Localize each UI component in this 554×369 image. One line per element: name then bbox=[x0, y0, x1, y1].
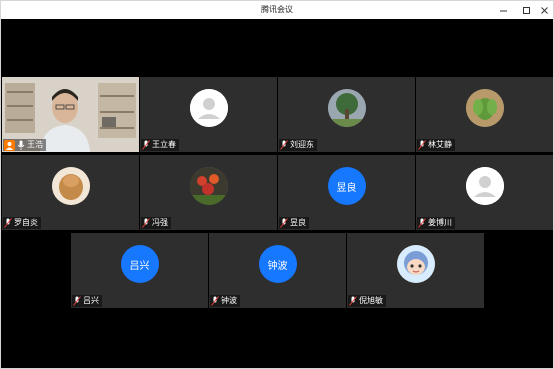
maximize-button[interactable] bbox=[517, 2, 535, 18]
participant-tile-yuliang[interactable]: 昱良 昱良 bbox=[278, 155, 415, 230]
participant-label: 刘迎东 bbox=[279, 139, 317, 151]
close-button[interactable] bbox=[535, 2, 553, 18]
minimize-icon bbox=[499, 10, 507, 11]
participant-label: 王浩 bbox=[3, 139, 46, 151]
mic-muted-icon bbox=[211, 296, 219, 306]
cartoon-avatar bbox=[396, 245, 435, 283]
participant-label: 吕兴 bbox=[72, 295, 102, 307]
mic-muted-icon bbox=[418, 218, 426, 228]
participant-label: 姜博川 bbox=[417, 217, 455, 229]
mic-muted-icon bbox=[280, 140, 288, 150]
participant-label: 冯强 bbox=[141, 217, 171, 229]
participant-label: 王立春 bbox=[141, 139, 179, 151]
video-grid: 王浩 王立春 刘迎东 林艾静 罗自炎 冯强 昱良 昱良 姜博川 吕兴 吕兴 钟波… bbox=[1, 19, 553, 368]
minimize-button[interactable] bbox=[494, 2, 512, 18]
participant-label: 罗自炎 bbox=[3, 217, 41, 229]
participant-name: 林艾静 bbox=[428, 140, 452, 149]
participant-name: 倪旭敏 bbox=[359, 296, 383, 305]
default-person-icon bbox=[465, 167, 504, 205]
participant-tile-linaijing[interactable]: 林艾静 bbox=[416, 77, 553, 152]
mic-muted-icon bbox=[73, 296, 81, 306]
participant-label: 昱良 bbox=[279, 217, 309, 229]
title-bar: 腾讯会议 bbox=[1, 1, 553, 19]
participant-name: 冯强 bbox=[152, 218, 168, 227]
participant-tile-zhongbo[interactable]: 钟波 钟波 bbox=[209, 233, 346, 308]
maximize-icon bbox=[522, 6, 530, 14]
mic-muted-icon bbox=[280, 218, 288, 228]
participant-name: 钟波 bbox=[221, 296, 237, 305]
participant-tile-luoziyan[interactable]: 罗自炎 bbox=[2, 155, 139, 230]
meeting-window: 腾讯会议 王浩 王立春 刘迎东 林艾静 罗自炎 冯强 昱良 昱良 姜博川 吕兴 … bbox=[0, 0, 554, 369]
participant-name: 吕兴 bbox=[83, 296, 99, 305]
participant-name: 王浩 bbox=[27, 140, 43, 149]
text-avatar: 钟波 bbox=[258, 245, 297, 283]
photo-flowers bbox=[189, 167, 228, 205]
host-icon bbox=[4, 139, 15, 151]
text-avatar: 吕兴 bbox=[120, 245, 159, 283]
participant-tile-fengqiang[interactable]: 冯强 bbox=[140, 155, 277, 230]
default-person-icon bbox=[189, 89, 228, 127]
participant-tile-wanghao[interactable]: 王浩 bbox=[2, 77, 139, 152]
mic-muted-icon bbox=[4, 218, 12, 228]
participant-name: 昱良 bbox=[290, 218, 306, 227]
close-icon bbox=[540, 6, 548, 14]
mic-muted-icon bbox=[142, 218, 150, 228]
participant-tile-wanglichun[interactable]: 王立春 bbox=[140, 77, 277, 152]
participant-name: 刘迎东 bbox=[290, 140, 314, 149]
text-avatar: 昱良 bbox=[327, 167, 366, 205]
participant-tile-jiangbochuan[interactable]: 姜博川 bbox=[416, 155, 553, 230]
participant-tile-liuyingdong[interactable]: 刘迎东 bbox=[278, 77, 415, 152]
photo-succulent bbox=[465, 89, 504, 127]
photo-food bbox=[51, 167, 90, 205]
participant-tile-nixumin[interactable]: 倪旭敏 bbox=[347, 233, 484, 308]
photo-tree bbox=[327, 89, 366, 127]
participant-tile-lvxing[interactable]: 吕兴 吕兴 bbox=[71, 233, 208, 308]
participant-name: 王立春 bbox=[152, 140, 176, 149]
mic-muted-icon bbox=[418, 140, 426, 150]
mic-icon bbox=[17, 140, 25, 150]
participant-label: 倪旭敏 bbox=[348, 295, 386, 307]
window-title: 腾讯会议 bbox=[261, 5, 293, 14]
participant-label: 林艾静 bbox=[417, 139, 455, 151]
participant-name: 罗自炎 bbox=[14, 218, 38, 227]
participant-label: 钟波 bbox=[210, 295, 240, 307]
participant-name: 姜博川 bbox=[428, 218, 452, 227]
mic-muted-icon bbox=[349, 296, 357, 306]
mic-muted-icon bbox=[142, 140, 150, 150]
